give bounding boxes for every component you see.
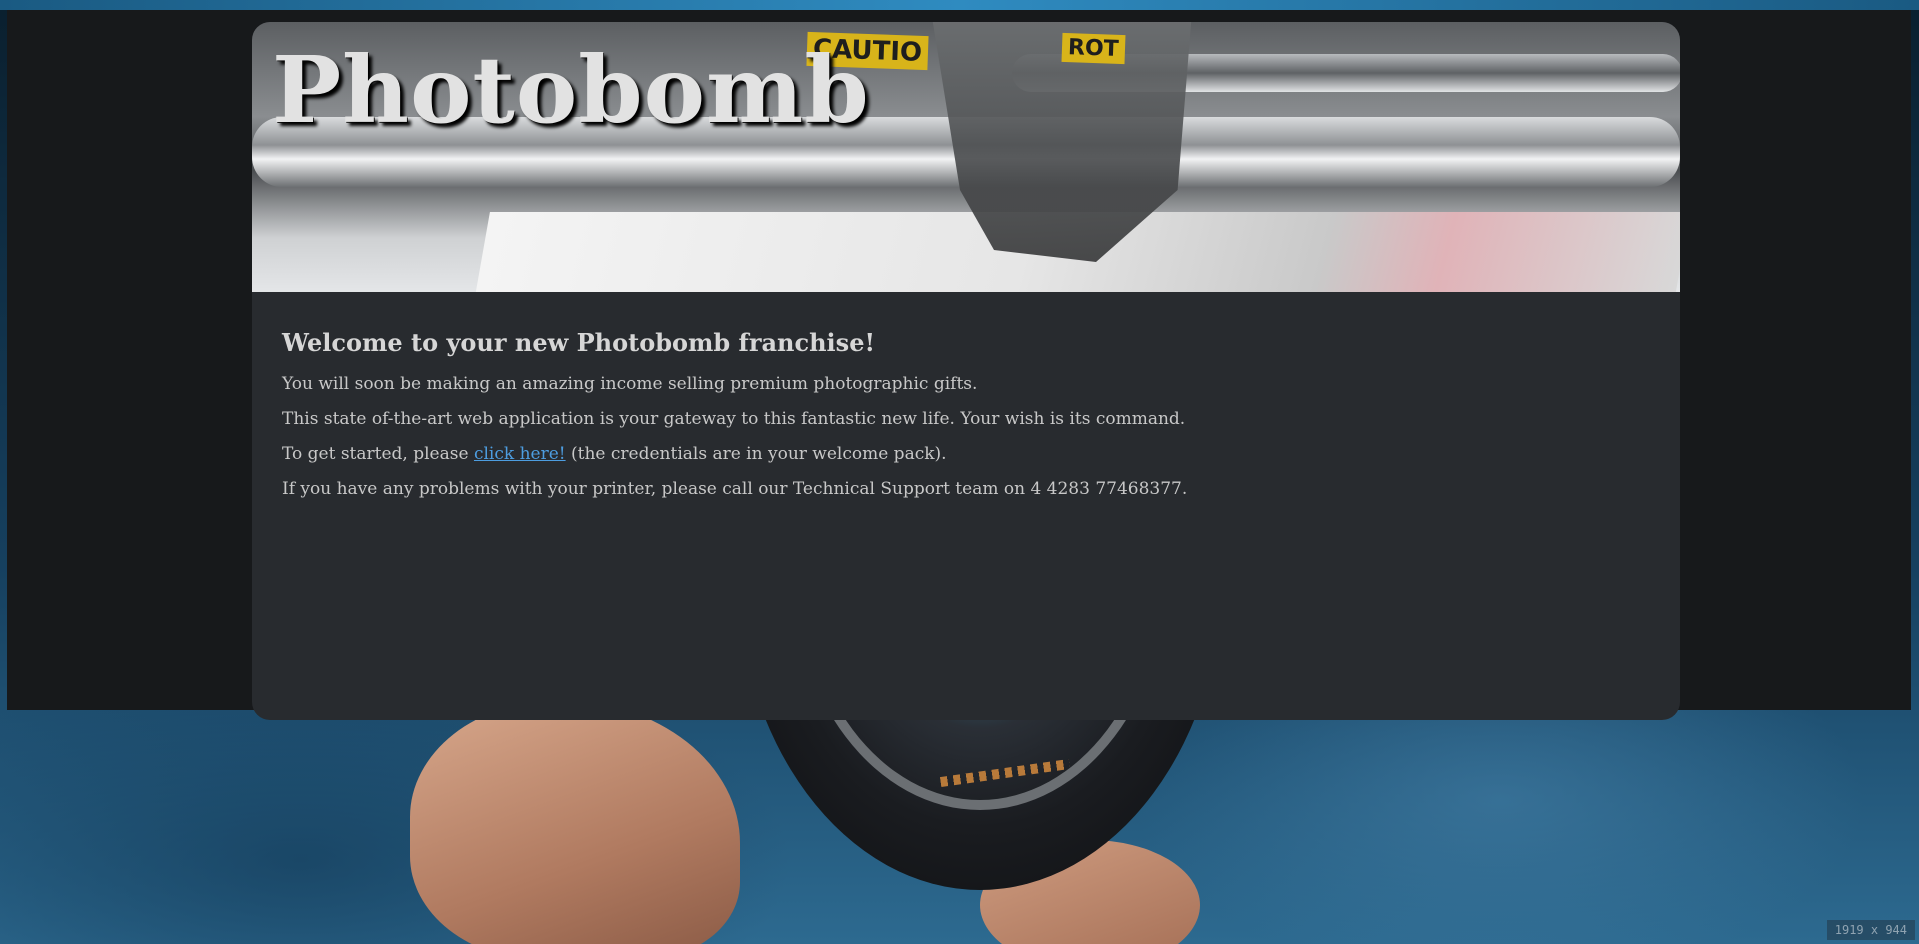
screen-size-badge: 1919 x 944: [1826, 920, 1915, 940]
main-card: CAUTIO ROT Photobomb Welcome to your new…: [252, 22, 1680, 720]
support-paragraph: If you have any problems with your print…: [282, 479, 1188, 499]
intro-paragraph: You will soon be making an amazing incom…: [282, 374, 978, 394]
get-started-prefix: To get started, please: [282, 444, 474, 464]
top-accent-bar: [0, 0, 1919, 10]
welcome-heading: Welcome to your new Photobomb franchise!: [282, 328, 875, 357]
welcome-content: Welcome to your new Photobomb franchise!…: [252, 292, 1680, 500]
click-here-link[interactable]: click here!: [474, 444, 566, 464]
rot-sign: ROT: [1061, 32, 1126, 65]
get-started-suffix: (the credentials are in your welcome pac…: [565, 444, 947, 464]
page-wrapper: CAUTIO ROT Photobomb Welcome to your new…: [7, 10, 1911, 720]
header-banner: CAUTIO ROT Photobomb: [252, 22, 1680, 292]
site-title: Photobomb: [272, 36, 870, 144]
gateway-paragraph: This state of-the-art web application is…: [282, 409, 1186, 429]
get-started-paragraph: To get started, please click here! (the …: [282, 443, 1650, 465]
